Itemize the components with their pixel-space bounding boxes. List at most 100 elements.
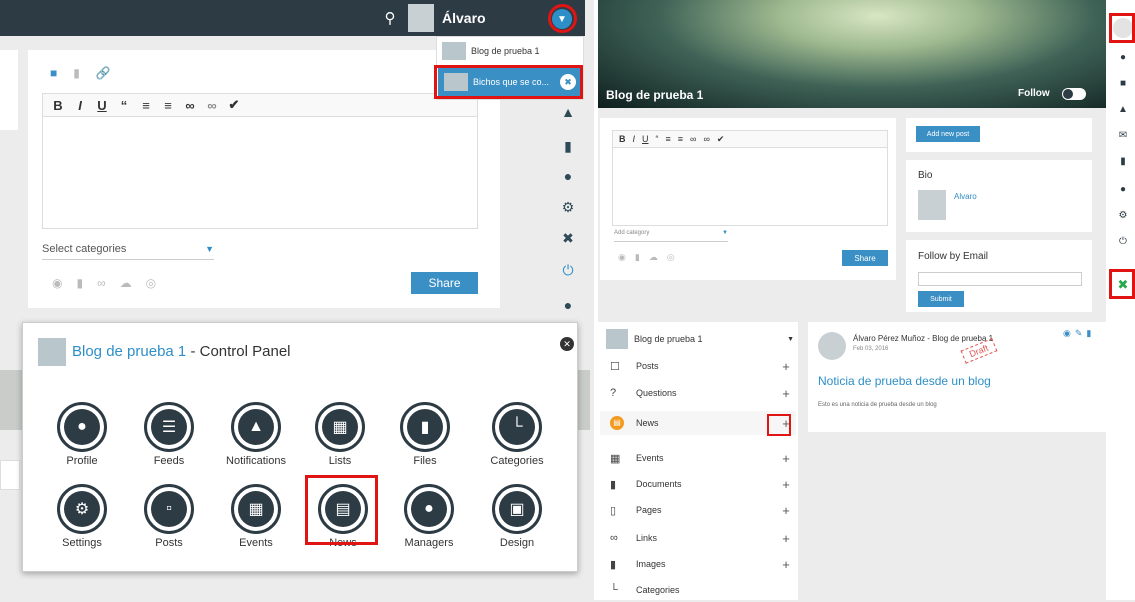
bold-button[interactable]: B [47, 98, 69, 113]
cp-categories[interactable]: └ Categories [482, 402, 552, 467]
link-icon[interactable]: 🔗 [96, 66, 111, 80]
comment-icon[interactable]: ■ [50, 66, 57, 80]
cp-events[interactable]: ▦ Events [221, 484, 291, 549]
menu-item-documents[interactable]: ▮ Documents + [600, 472, 796, 496]
bell-icon[interactable]: ▲ [1114, 100, 1132, 118]
power-icon[interactable]: ⏻ [1114, 232, 1132, 250]
eye-icon[interactable]: ◉ [1063, 328, 1071, 339]
cp-notifications[interactable]: ▲ Notifications [221, 402, 291, 467]
files-icon[interactable]: ▮ [1114, 152, 1132, 170]
right-editor-textarea[interactable] [612, 148, 888, 226]
link-icon[interactable]: ∞ [97, 276, 106, 290]
power-icon[interactable]: ⏻ [558, 262, 578, 279]
mail-icon[interactable]: ✉ [1114, 126, 1132, 144]
add-button[interactable]: + [776, 451, 796, 466]
add-button[interactable]: + [776, 359, 796, 374]
post-author[interactable]: Álvaro Pérez Muñoz - Blog de prueba 1 [853, 334, 993, 343]
location-icon[interactable]: ◎ [146, 276, 156, 290]
blog-menu-header[interactable]: Blog de prueba 1 ▼ [606, 326, 794, 352]
quote-button[interactable]: “ [113, 98, 135, 113]
quote-button[interactable]: “ [656, 134, 659, 144]
tools-icon[interactable]: ✖ [558, 230, 578, 247]
file-icon[interactable]: ▮ [635, 252, 640, 263]
add-button[interactable]: + [776, 557, 796, 572]
file-icon[interactable]: ▮ [76, 276, 83, 290]
right-category-select[interactable]: Add category ▼ [614, 230, 728, 242]
menu-item-questions[interactable]: ? Questions + [600, 381, 796, 405]
group-icon[interactable]: ● [558, 297, 578, 313]
underline-button[interactable]: U [91, 98, 113, 113]
link-button[interactable]: ∞ [690, 134, 696, 144]
cp-settings[interactable]: ⚙ Settings [47, 484, 117, 549]
numbered-list-button[interactable]: ≡ [678, 134, 683, 144]
menu-item-links[interactable]: ∞ Links + [600, 526, 796, 550]
cp-design[interactable]: ▣ Design [482, 484, 552, 549]
doc-icon[interactable]: ▮ [73, 66, 80, 80]
close-icon[interactable]: ✕ [560, 337, 574, 351]
unlink-button[interactable]: ∞ [201, 98, 223, 113]
share-button[interactable]: Share [411, 272, 478, 294]
unlink-button[interactable]: ∞ [703, 134, 709, 144]
menu-item-pages[interactable]: ▯ Pages + [600, 498, 796, 522]
add-button[interactable]: + [776, 531, 796, 546]
bullet-list-button[interactable]: ≡ [666, 134, 671, 144]
users-icon[interactable]: ● [558, 168, 578, 184]
dropdown-item-blog[interactable]: Blog de prueba 1 [442, 40, 580, 62]
cp-profile[interactable]: ● Profile [47, 402, 117, 467]
link-button[interactable]: ∞ [179, 98, 201, 113]
location-icon[interactable]: ◎ [667, 252, 675, 263]
bell-icon[interactable]: ▲ [558, 104, 578, 120]
edit-icon[interactable]: ✎ [1075, 328, 1083, 339]
user-name[interactable]: Álvaro [442, 10, 486, 26]
follow-toggle[interactable] [1062, 88, 1086, 100]
chevron-down-icon: ▼ [722, 230, 728, 236]
category-placeholder: Add category [614, 230, 650, 236]
search-icon[interactable]: ⚲ [380, 8, 400, 28]
cp-lists[interactable]: ▦ Lists [305, 402, 375, 467]
email-field[interactable] [918, 272, 1082, 286]
users-icon[interactable]: ● [1114, 180, 1132, 198]
twitter-button[interactable]: ✔ [223, 97, 245, 113]
italic-button[interactable]: I [633, 134, 636, 144]
add-button[interactable]: + [776, 503, 796, 518]
bold-button[interactable]: B [619, 134, 626, 144]
menu-item-posts[interactable]: ☐ Posts + [600, 354, 796, 378]
numbered-list-button[interactable]: ≡ [157, 98, 179, 113]
highlight-box [767, 414, 791, 436]
cloud-icon[interactable]: ☁ [120, 276, 132, 290]
camera-icon[interactable]: ◉ [618, 252, 626, 263]
category-select[interactable]: Select categories ▼ [42, 238, 214, 260]
italic-button[interactable]: I [69, 98, 91, 113]
person-icon[interactable]: ● [1114, 48, 1132, 66]
twitter-button[interactable]: ✔ [717, 134, 725, 145]
right-share-button[interactable]: Share [842, 250, 888, 266]
trash-icon[interactable]: ▮ [1086, 328, 1091, 339]
cloud-icon[interactable]: ☁ [649, 252, 658, 263]
submit-button[interactable]: Submit [918, 291, 964, 307]
add-button[interactable]: + [776, 477, 796, 492]
cp-posts[interactable]: ▫ Posts [134, 484, 204, 549]
cp-feeds[interactable]: ☰ Feeds [134, 402, 204, 467]
menu-item-label: Links [636, 533, 658, 543]
bullet-list-button[interactable]: ≡ [135, 98, 157, 113]
post-title[interactable]: Noticia de prueba desde un blog [818, 374, 991, 388]
chat-icon[interactable]: ■ [1114, 74, 1132, 92]
gear-icon[interactable]: ⚙ [558, 199, 578, 216]
gear-icon[interactable]: ⚙ [1114, 206, 1132, 224]
underline-button[interactable]: U [642, 134, 649, 144]
menu-item-images[interactable]: ▮ Images + [600, 552, 796, 576]
bio-author-link[interactable]: Alvaro [954, 192, 977, 201]
camera-icon[interactable]: ◉ [52, 276, 62, 290]
editor-textarea[interactable] [42, 117, 478, 229]
add-button[interactable]: + [776, 386, 796, 401]
calendar-icon: ▦ [610, 452, 621, 465]
files-icon[interactable]: ▮ [558, 138, 578, 155]
avatar[interactable] [408, 4, 434, 32]
control-panel-blog-name[interactable]: Blog de prueba 1 [72, 343, 186, 360]
menu-item-categories[interactable]: └ Categories [600, 578, 796, 602]
add-new-post-button[interactable]: Add new post [916, 126, 980, 142]
menu-item-events[interactable]: ▦ Events + [600, 446, 796, 470]
cp-files[interactable]: ▮ Files [390, 402, 460, 467]
post-date: Feb 03, 2016 [853, 346, 889, 352]
cp-managers[interactable]: ● Managers [394, 484, 464, 549]
